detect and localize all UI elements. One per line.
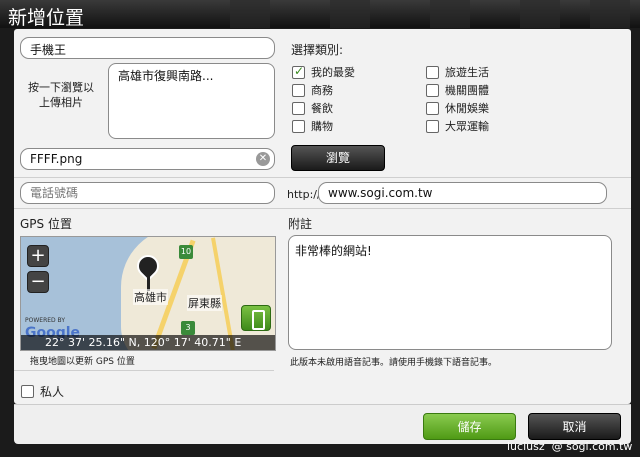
photo-file-field[interactable]: FFFF.png ✕ <box>20 148 275 170</box>
private-checkbox[interactable]: 私人 <box>21 383 64 400</box>
checkbox[interactable] <box>292 64 305 79</box>
category-option[interactable]: 機關團體 <box>426 82 489 98</box>
name-field[interactable]: 手機王 <box>20 37 275 59</box>
category-option[interactable]: 大眾運輸 <box>426 118 489 134</box>
checkbox[interactable] <box>426 83 439 97</box>
photo-upload-hint[interactable]: 按一下瀏覽以 上傳相片 <box>22 80 100 110</box>
mobile-location-button[interactable] <box>241 305 271 331</box>
note-hint: 此版本未啟用語音記事。請使用手機錄下語音記事。 <box>290 358 498 368</box>
address-field[interactable]: 高雄市復興南路... <box>108 63 275 139</box>
gps-hint: 拖曳地圖以更新 GPS 位置 <box>30 357 135 367</box>
checkbox[interactable] <box>426 101 439 115</box>
zoom-out-button[interactable]: − <box>27 271 49 293</box>
title-bar: 新增位置 <box>0 0 640 29</box>
browse-button[interactable]: 瀏覽 <box>291 145 385 171</box>
save-button[interactable]: 儲存 <box>423 413 516 440</box>
gps-map[interactable]: + − 10 3 高雄市 屏東縣 POWERED BY Google 22° 3… <box>20 236 276 351</box>
route-shield-icon: 3 <box>181 321 195 335</box>
gps-heading: GPS 位置 <box>20 217 72 231</box>
category-option[interactable]: 休閒娛樂 <box>426 100 489 116</box>
note-heading: 附註 <box>288 217 313 231</box>
checkbox[interactable] <box>292 83 305 97</box>
checkbox[interactable] <box>292 119 305 133</box>
divider <box>14 177 631 178</box>
clear-icon[interactable]: ✕ <box>256 152 270 166</box>
cancel-button[interactable]: 取消 <box>528 413 621 440</box>
map-place-label: 高雄市 <box>133 289 168 305</box>
category-option[interactable]: 我的最愛 <box>292 64 355 80</box>
zoom-in-button[interactable]: + <box>27 245 49 267</box>
url-prefix: http:// <box>287 188 321 201</box>
category-option[interactable]: 商務 <box>292 82 333 98</box>
divider <box>14 208 631 209</box>
dialog-title: 新增位置 <box>8 7 85 29</box>
checkbox[interactable] <box>292 101 305 115</box>
category-heading: 選擇類別: <box>291 43 344 57</box>
route-shield-icon: 10 <box>179 245 193 259</box>
category-option[interactable]: 旅遊生活 <box>426 64 489 80</box>
checkbox[interactable] <box>21 385 34 398</box>
url-field[interactable]: www.sogi.com.tw <box>318 182 607 204</box>
map-place-label: 屏東縣 <box>187 295 222 311</box>
watermark: luciusz @ sogi.com.tw <box>507 440 633 453</box>
category-option[interactable]: 餐飲 <box>292 100 333 116</box>
note-field[interactable]: 非常棒的網站! <box>288 235 612 350</box>
checkbox[interactable] <box>426 65 439 79</box>
checkbox[interactable] <box>426 119 439 133</box>
powered-by-label: POWERED BY <box>25 317 66 324</box>
divider <box>14 370 274 371</box>
phone-field[interactable] <box>20 182 275 204</box>
category-option[interactable]: 購物 <box>292 118 333 134</box>
gps-coordinates: 22° 37' 25.16" N, 120° 17' 40.71" E <box>21 335 275 350</box>
